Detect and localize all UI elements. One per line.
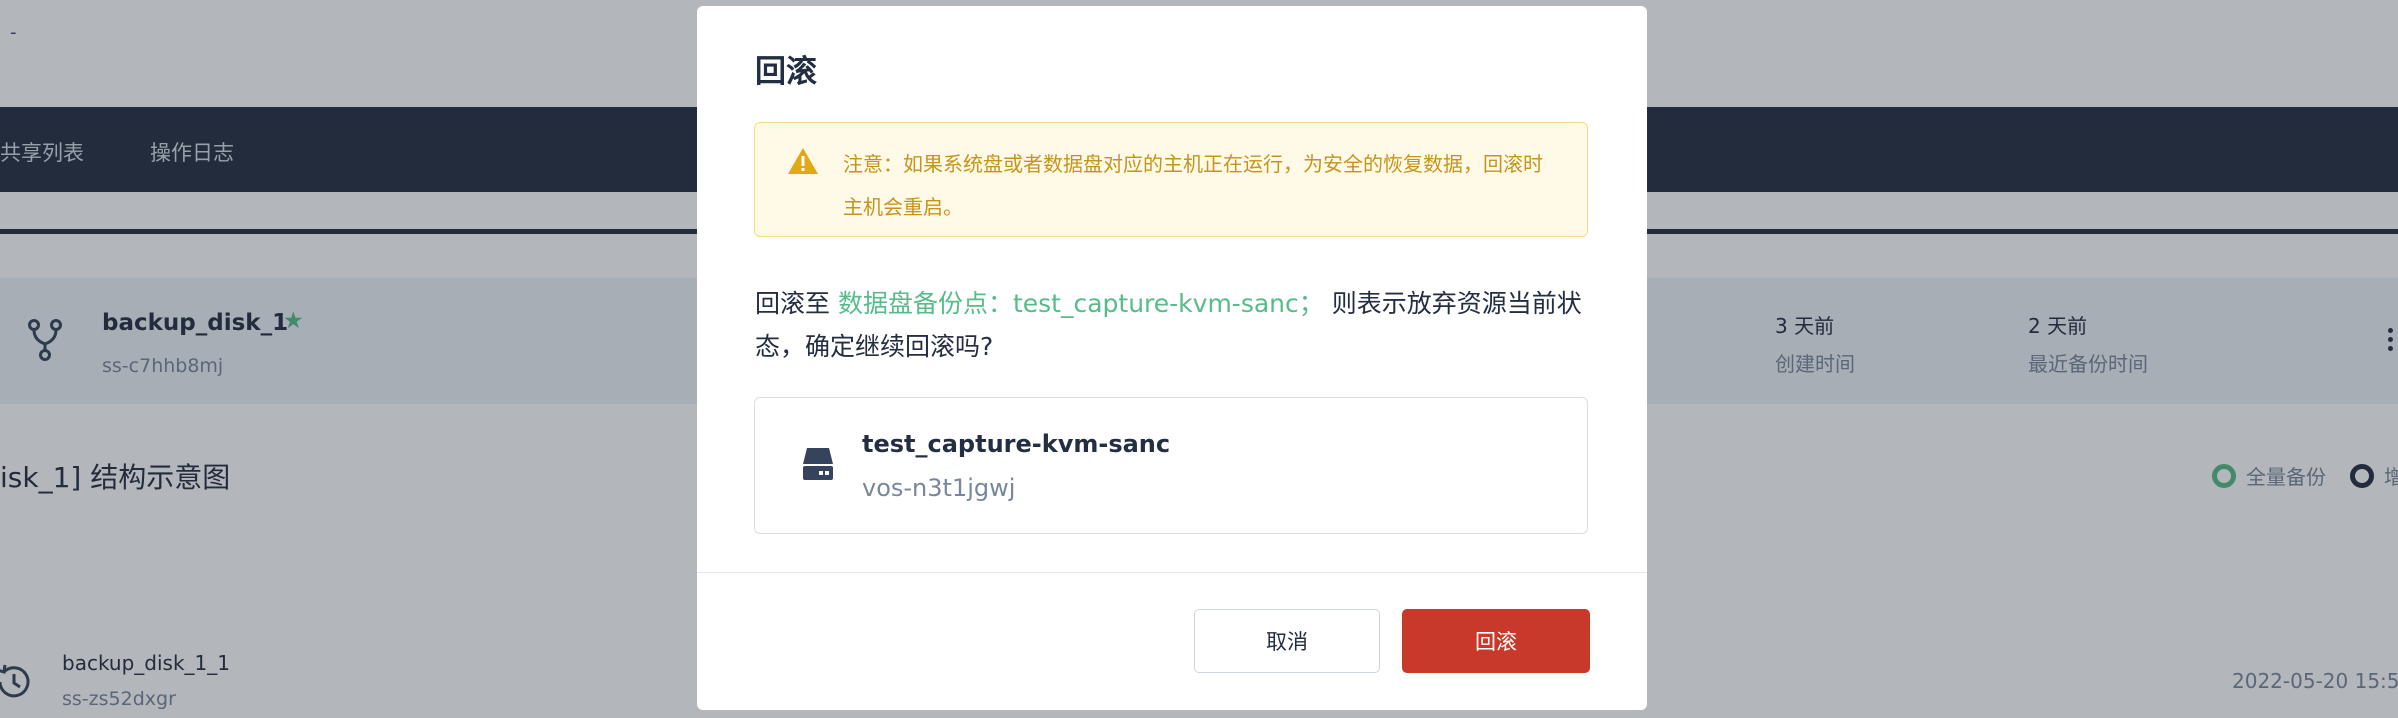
confirm-message: 回滚至 数据盘备份点：test_capture-kvm-sanc； 则表示放弃资… xyxy=(755,282,1595,368)
warning-icon xyxy=(788,148,818,174)
volume-id: vos-n3t1jgwj xyxy=(862,474,1016,502)
rollback-confirm-button[interactable]: 回滚 xyxy=(1402,609,1590,673)
dialog-title: 回滚 xyxy=(755,54,817,90)
confirm-target: 数据盘备份点：test_capture-kvm-sanc； xyxy=(837,289,1324,318)
disk-icon xyxy=(803,448,833,480)
warning-alert: 注意：如果系统盘或者数据盘对应的主机正在运行，为安全的恢复数据，回滚时主机会重启… xyxy=(754,122,1588,237)
warning-text: 注意：如果系统盘或者数据盘对应的主机正在运行，为安全的恢复数据，回滚时主机会重启… xyxy=(843,152,1543,219)
volume-name: test_capture-kvm-sanc xyxy=(862,430,1171,458)
rollback-dialog: 回滚 注意：如果系统盘或者数据盘对应的主机正在运行，为安全的恢复数据，回滚时主机… xyxy=(697,6,1647,710)
cancel-button[interactable]: 取消 xyxy=(1194,609,1380,673)
confirm-prefix: 回滚至 xyxy=(755,289,838,318)
volume-card: test_capture-kvm-sanc vos-n3t1jgwj xyxy=(754,397,1588,534)
footer-divider xyxy=(697,572,1647,573)
